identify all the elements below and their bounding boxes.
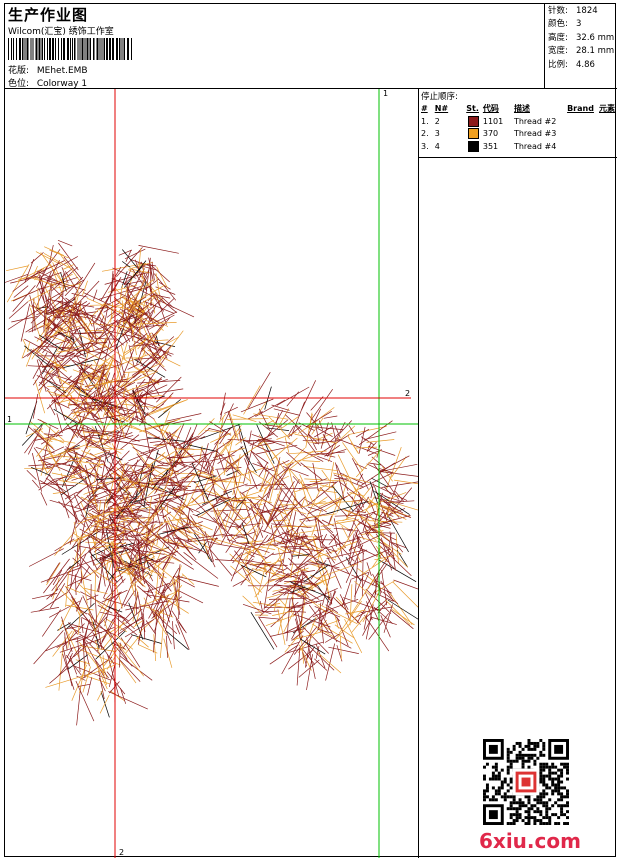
thread-color-swatch [468, 128, 479, 139]
qr-code [483, 739, 569, 825]
thread-color-swatch [468, 116, 479, 127]
thread-table-header: # N# St. 代码 描述 Brand 元素 [419, 101, 617, 115]
thread-description: Thread #4 [512, 140, 565, 153]
page-title: 生产作业图 [8, 4, 88, 25]
vertical-red-guide-number: 2 [119, 848, 124, 857]
thread-swatch [463, 128, 481, 141]
thread-swatch [463, 115, 481, 128]
stat-height: 高度:32.6 mm [548, 32, 617, 45]
horizontal-green-guide-number: 1 [7, 415, 12, 424]
stat-stitches: 针数:1824 [548, 5, 617, 18]
header-info: 生产作业图 Wilcom(汇宝) 绣饰工作室 花版: MEhet.EMB 色位:… [5, 4, 545, 89]
thread-needle: 4 [433, 140, 463, 153]
thread-needle: 2 [433, 115, 463, 128]
design-label: 花版: [8, 63, 34, 76]
stitch-lines [5, 240, 418, 725]
design-stats: 针数:1824 颜色:3 高度:32.6 mm 宽度:28.1 mm 比例:4.… [545, 4, 617, 89]
thread-index: 3. [419, 140, 433, 153]
vertical-green-guide-number: 1 [383, 89, 388, 98]
thread-brand [565, 140, 597, 153]
col-description: 描述 [512, 101, 565, 115]
thread-element [597, 140, 617, 153]
col-element: 元素 [597, 101, 617, 115]
design-file-row: 花版: MEhet.EMB [8, 63, 88, 76]
thread-description: Thread #3 [512, 128, 565, 141]
thread-row: 1.2 1101Thread #2 [419, 115, 617, 128]
thread-index: 1. [419, 115, 433, 128]
embroidery-drawing [5, 89, 418, 858]
thread-row: 3.4 351Thread #4 [419, 140, 617, 153]
thread-code: 1101 [481, 115, 512, 128]
colorway-row: 色位: Colorway 1 [8, 76, 87, 89]
col-brand: Brand [565, 101, 597, 115]
stat-scale: 比例:4.86 [548, 59, 617, 72]
thread-element [597, 115, 617, 128]
thread-color-swatch [468, 141, 479, 152]
thread-table: # N# St. 代码 描述 Brand 元素 1.2 1101Thread #2… [419, 101, 617, 153]
production-worksheet: 生产作业图 Wilcom(汇宝) 绣饰工作室 花版: MEhet.EMB 色位:… [4, 3, 616, 857]
embroidery-preview: 2 1 2 1 [5, 89, 419, 858]
stop-sequence-panel: 停止顺序: # N# St. 代码 描述 Brand 元素 1.21101Thr… [419, 89, 617, 858]
thread-brand [565, 115, 597, 128]
barcode [8, 38, 133, 60]
thread-index: 2. [419, 128, 433, 141]
thread-element [597, 128, 617, 141]
col-stop: St. [463, 101, 481, 115]
thread-brand [565, 128, 597, 141]
stat-colors: 颜色:3 [548, 18, 617, 31]
stat-width: 宽度:28.1 mm [548, 45, 617, 58]
col-needle: N# [433, 101, 463, 115]
software-subtitle: Wilcom(汇宝) 绣饰工作室 [8, 24, 114, 37]
col-index: # [419, 101, 433, 115]
thread-swatch [463, 140, 481, 153]
horizontal-red-guide-number: 2 [405, 389, 410, 398]
thread-row: 2.3 370Thread #3 [419, 128, 617, 141]
design-file-name: MEhet.EMB [37, 66, 88, 76]
thread-code: 351 [481, 140, 512, 153]
colorway-label: 色位: [8, 76, 34, 89]
site-logo: 6xiu.com [479, 829, 581, 853]
thread-code: 370 [481, 128, 512, 141]
colorway-value: Colorway 1 [37, 79, 87, 89]
col-code: 代码 [481, 101, 512, 115]
thread-needle: 3 [433, 128, 463, 141]
thread-description: Thread #2 [512, 115, 565, 128]
table-divider [419, 157, 617, 158]
